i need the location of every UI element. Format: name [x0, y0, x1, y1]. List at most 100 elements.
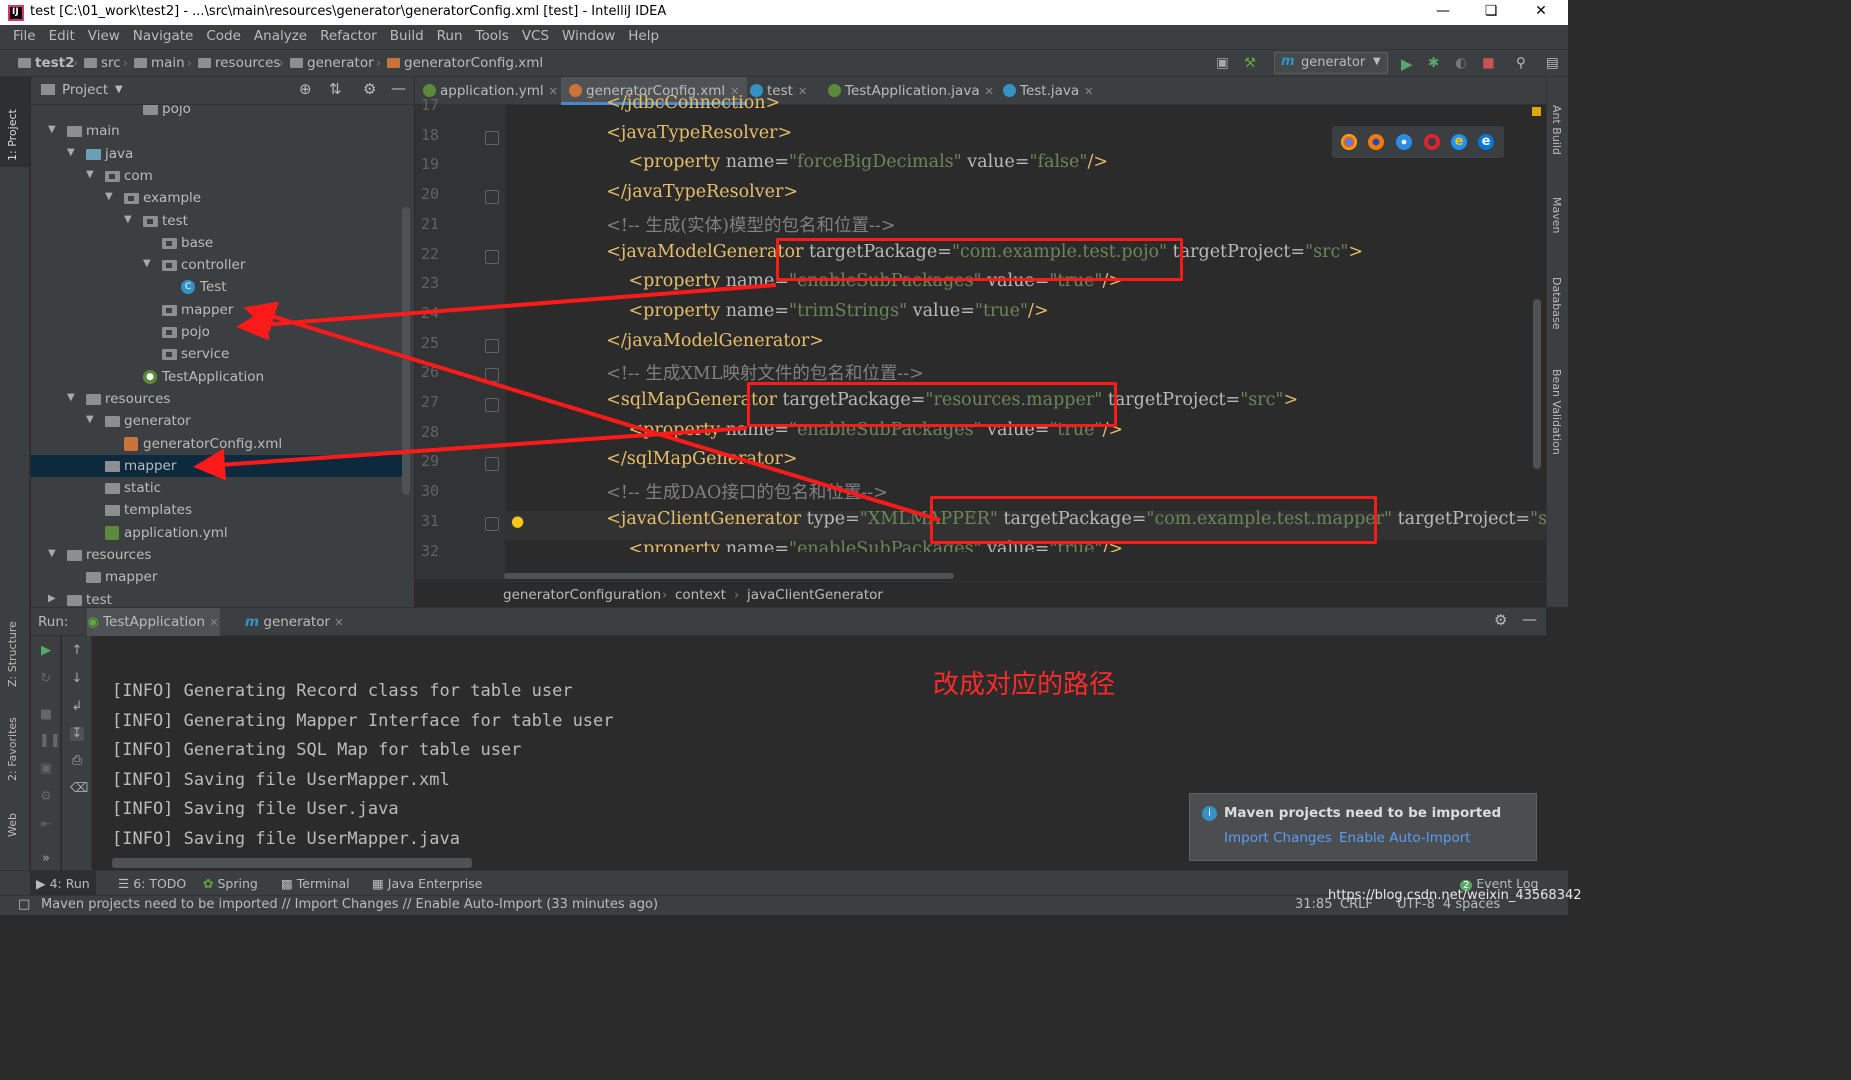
print-icon[interactable]: ⎙	[70, 754, 84, 768]
ide-update-icon[interactable]: ▤	[1546, 55, 1559, 71]
chrome-icon[interactable]	[1341, 134, 1357, 150]
tree-node-templates[interactable]: templates	[31, 499, 403, 521]
console-horizontal-scrollbar[interactable]	[112, 858, 472, 868]
editor-scrollbar[interactable]	[1533, 299, 1541, 469]
menu-item-edit[interactable]: Edit	[49, 25, 75, 44]
exit-icon[interactable]: ⇤	[39, 818, 53, 832]
tool-tab-database[interactable]: Database	[1550, 277, 1563, 330]
run-config-dropdown[interactable]: m generator ▼	[1274, 52, 1388, 74]
nav-crumb-generator[interactable]: generator	[290, 55, 374, 71]
menu-item-vcs[interactable]: VCS	[522, 25, 549, 44]
arrow-down-icon[interactable]: ↓	[70, 672, 84, 686]
import-changes-link[interactable]: Import Changes	[1224, 830, 1332, 846]
expand-arrow-icon[interactable]: ▼	[86, 169, 94, 180]
firefox-icon[interactable]	[1368, 134, 1384, 150]
menu-item-tools[interactable]: Tools	[476, 25, 509, 44]
rerun-failed-icon[interactable]: ↻	[39, 672, 53, 686]
menu-item-analyze[interactable]: Analyze	[254, 25, 307, 44]
expand-arrow-icon[interactable]: ▼	[105, 191, 113, 202]
nav-crumb-main[interactable]: main	[134, 55, 185, 71]
nav-crumb-resources[interactable]: resources	[198, 55, 280, 71]
status-message[interactable]: Maven projects need to be imported // Im…	[41, 897, 658, 912]
hide-panel-icon[interactable]: —	[391, 79, 406, 97]
settings-icon[interactable]: ⚙	[39, 790, 53, 804]
status-layout-icon[interactable]: □	[18, 897, 30, 912]
expand-arrow-icon[interactable]: ▼	[48, 548, 56, 559]
locate-file-icon[interactable]: ⊕	[299, 80, 312, 98]
tree-node-application-yml[interactable]: application.yml	[31, 522, 403, 544]
collapse-arrow-icon[interactable]: ▶	[48, 593, 56, 604]
lightbulb-icon[interactable]: ●	[511, 512, 524, 530]
run-tab-generator[interactable]: m generator ✕	[245, 614, 344, 630]
editor-horizontal-scrollbar[interactable]	[504, 573, 954, 579]
arrow-up-icon[interactable]: ↑	[70, 644, 84, 658]
tree-node-pojo[interactable]: pojo	[31, 105, 403, 120]
nav-crumb-src[interactable]: src	[84, 55, 121, 71]
tree-node-service[interactable]: service	[31, 343, 403, 365]
stop-icon[interactable]: ■	[39, 708, 53, 722]
run-tab-testapplication[interactable]: ◉ TestApplication ✕	[87, 608, 220, 636]
bottom-tab-run[interactable]: ▶ 4: Run	[30, 871, 96, 895]
tree-node-pojo[interactable]: pojo	[31, 321, 403, 343]
run-icon[interactable]: ▶	[1401, 55, 1413, 73]
opera-icon[interactable]	[1424, 134, 1440, 150]
bottom-tab-todo[interactable]: ☰ 6: TODO	[118, 876, 186, 891]
tool-tab-web[interactable]: Web	[6, 813, 19, 837]
tree-node-resources[interactable]: ▼ resources	[31, 544, 403, 566]
tree-node-resources[interactable]: ▼ resources	[31, 388, 403, 410]
tree-node-main[interactable]: ▼ main	[31, 120, 403, 142]
enable-auto-import-link[interactable]: Enable Auto-Import	[1339, 830, 1471, 846]
caret-position[interactable]: 31:85	[1295, 897, 1332, 912]
tree-node-test[interactable]: ▼ test	[31, 210, 403, 232]
tree-node-mapper[interactable]: mapper	[31, 454, 403, 477]
expand-arrow-icon[interactable]: ▼	[86, 414, 94, 425]
inspection-warning-icon[interactable]	[1532, 107, 1541, 116]
tree-node-test[interactable]: ▶ test	[31, 589, 403, 607]
tree-node-test[interactable]: C Test	[31, 276, 403, 298]
pause-icon[interactable]: ❚❚	[39, 734, 61, 748]
search-icon[interactable]: ⚲	[1516, 55, 1526, 71]
rerun-icon[interactable]: ▶	[39, 644, 53, 658]
build-hammer-icon[interactable]: ⚒	[1244, 55, 1256, 71]
bottom-tab-terminal[interactable]: ▩ Terminal	[281, 876, 350, 891]
tool-tab-maven[interactable]: Maven	[1550, 197, 1563, 233]
breadcrumb-context[interactable]: context	[675, 587, 726, 603]
menu-item-navigate[interactable]: Navigate	[133, 25, 194, 44]
tool-tab-bean-validation[interactable]: Bean Validation	[1550, 369, 1563, 455]
tree-node-static[interactable]: static	[31, 477, 403, 499]
menu-item-run[interactable]: Run	[437, 25, 463, 44]
tool-tab-structure[interactable]: Z: Structure	[6, 621, 19, 687]
menu-item-file[interactable]: File	[13, 25, 36, 44]
menu-item-window[interactable]: Window	[562, 25, 615, 44]
menu-item-refactor[interactable]: Refactor	[320, 25, 377, 44]
bottom-tab-spring[interactable]: ✿ Spring	[203, 876, 258, 891]
tree-node-controller[interactable]: ▼ controller	[31, 254, 403, 276]
minimize-icon[interactable]: —	[1428, 3, 1458, 19]
chevron-down-icon[interactable]: ▼	[115, 84, 123, 95]
nav-crumb-project[interactable]: test2	[18, 55, 75, 71]
collapse-all-icon[interactable]: ⇅	[329, 80, 342, 98]
breadcrumb-javaClientGenerator[interactable]: javaClientGenerator	[747, 587, 883, 603]
expand-arrow-icon[interactable]: ▼	[124, 214, 132, 225]
gear-icon[interactable]: ⚙	[363, 80, 376, 98]
project-scrollbar[interactable]	[402, 207, 410, 495]
tree-node-generatorconfig-xml[interactable]: generatorConfig.xml	[31, 433, 403, 455]
tree-node-mapper[interactable]: mapper	[31, 299, 403, 321]
stop-icon[interactable]: ■	[1482, 55, 1495, 71]
soft-wrap-icon[interactable]: ↲	[70, 700, 84, 714]
bottom-tab-java-enterprise[interactable]: ▦ Java Enterprise	[372, 876, 482, 891]
more-icon[interactable]: »	[39, 852, 53, 866]
expand-arrow-icon[interactable]: ▼	[48, 124, 56, 135]
safari-icon[interactable]	[1396, 134, 1412, 150]
scroll-to-end-icon[interactable]: ↧	[70, 727, 84, 741]
expand-arrow-icon[interactable]: ▼	[143, 258, 151, 269]
hide-panel-icon[interactable]: —	[1522, 610, 1537, 628]
nav-crumb-file[interactable]: generatorConfig.xml	[387, 55, 543, 71]
project-structure-icon[interactable]: ▣	[1216, 55, 1229, 71]
coverage-icon[interactable]: ◐	[1455, 55, 1467, 71]
close-icon[interactable]: ✕	[1526, 3, 1556, 19]
menu-item-build[interactable]: Build	[390, 25, 424, 44]
tool-tab-favorites[interactable]: 2: Favorites	[6, 717, 19, 781]
tree-node-example[interactable]: ▼ example	[31, 187, 403, 209]
tree-node-generator[interactable]: ▼ generator	[31, 410, 403, 432]
